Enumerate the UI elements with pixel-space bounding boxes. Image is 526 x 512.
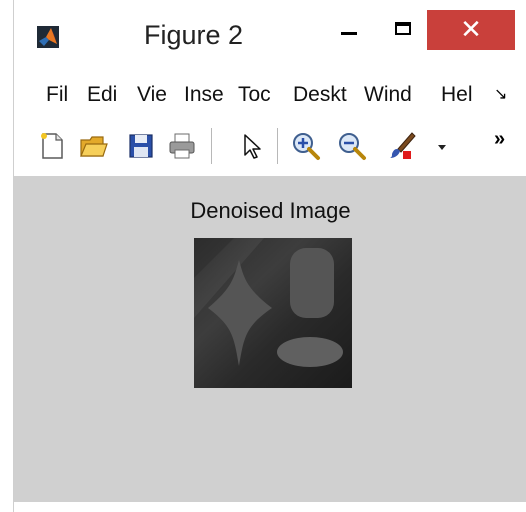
window-bottom-edge <box>14 502 526 512</box>
minimize-button[interactable] <box>330 8 370 48</box>
menu-desktop[interactable]: Deskt <box>293 80 351 110</box>
dropdown-arrow-icon[interactable] <box>426 130 446 162</box>
denoised-image[interactable] <box>194 238 352 388</box>
maximize-button[interactable] <box>384 8 424 48</box>
toolbar: » <box>14 122 526 170</box>
title-bar[interactable]: Figure 2 ✕ <box>14 0 526 60</box>
menu-view[interactable]: Vie <box>137 80 170 110</box>
axes-title: Denoised Image <box>190 198 351 223</box>
menu-file[interactable]: Fil <box>46 80 70 110</box>
close-icon: ✕ <box>460 15 482 45</box>
new-figure-icon[interactable] <box>36 130 68 162</box>
brush-icon[interactable] <box>386 130 418 162</box>
menu-insert[interactable]: Inse <box>184 80 224 110</box>
window-title: Figure 2 <box>144 20 244 50</box>
toolbar-separator <box>277 128 278 164</box>
figure-canvas[interactable]: Denoised Image <box>14 176 526 502</box>
maximize-icon <box>395 22 411 35</box>
print-icon[interactable] <box>166 130 198 162</box>
close-button[interactable]: ✕ <box>427 10 515 50</box>
zoom-in-icon[interactable] <box>290 130 322 162</box>
menu-bar: Fil Edi Vie Inse Toc Deskt Wind Hel ↘ <box>14 80 526 114</box>
menu-tools[interactable]: Toc <box>238 80 276 110</box>
menu-overflow-icon[interactable]: ↘ <box>494 80 507 110</box>
save-icon[interactable] <box>125 130 157 162</box>
open-file-icon[interactable] <box>78 130 110 162</box>
menu-edit[interactable]: Edi <box>87 80 120 110</box>
menu-help[interactable]: Hel <box>441 80 475 110</box>
menu-window[interactable]: Wind <box>364 80 422 110</box>
figure-window: Figure 2 ✕ Fil Edi Vie Inse Toc Deskt Wi… <box>13 0 526 512</box>
zoom-out-icon[interactable] <box>336 130 368 162</box>
toolbar-overflow-icon[interactable]: » <box>494 128 505 151</box>
pointer-icon[interactable] <box>236 130 268 162</box>
toolbar-separator <box>211 128 212 164</box>
minimize-icon <box>341 32 357 35</box>
matlab-logo-icon <box>37 26 59 48</box>
